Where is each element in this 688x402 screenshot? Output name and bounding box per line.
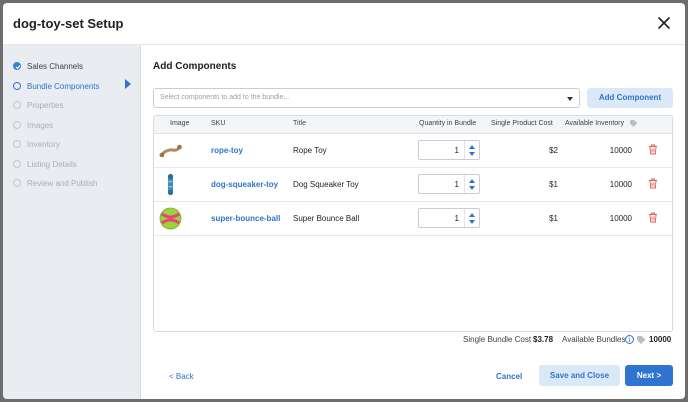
sku-link[interactable]: rope-toy [211,146,243,155]
col-sku: SKU [211,120,226,127]
step-images[interactable]: Images [13,118,53,132]
quantity-stepper[interactable]: 1 [418,208,480,228]
step-label: Inventory [27,139,60,149]
decrement-icon[interactable] [468,185,477,193]
step-listing-details[interactable]: Listing Details [13,157,77,171]
components-table: Image SKU Title Quantity in Bundle Singl… [153,115,673,332]
trash-icon[interactable] [648,144,658,155]
step-dot-icon [13,82,21,90]
product-inventory: 10000 [609,146,632,155]
save-and-close-button[interactable]: Save and Close [539,365,620,386]
steps-sidebar: Sales Channels Bundle Components Propert… [3,45,141,399]
tag-icon [637,336,646,344]
available-bundles-value: 10000 [649,335,672,344]
modal-title: dog-toy-set Setup [13,16,124,31]
stepper-divider [464,175,465,193]
quantity-stepper[interactable]: 1 [418,174,480,194]
table-row: rope-toy Rope Toy 1 $2 10000 [154,134,672,168]
section-title: Add Components [153,61,237,72]
sku-link[interactable]: super-bounce-ball [211,214,280,223]
bounce-ball-image [159,207,182,230]
increment-icon[interactable] [468,177,477,185]
step-label: Review and Publish [27,178,98,188]
step-label: Properties [27,100,64,110]
available-bundles-label: Available Bundles [562,335,626,344]
product-inventory: 10000 [609,214,632,223]
back-button[interactable]: < Back [169,372,194,381]
step-label: Sales Channels [27,61,84,71]
step-label: Images [27,120,54,130]
bundle-cost-label: Single Bundle Cost [463,335,532,344]
setup-modal: dog-toy-set Setup Sales Channels Bundle … [3,3,685,399]
quantity-stepper[interactable]: 1 [418,140,480,160]
active-step-arrow-icon [125,79,131,89]
decrement-icon[interactable] [468,219,477,227]
main-panel: Add Components Select components to add … [141,45,685,399]
col-inventory: Available Inventory [565,120,625,127]
product-title: Dog Squeaker Toy [293,180,359,189]
sku-link[interactable]: dog-squeaker-toy [211,180,278,189]
col-quantity: Quantity in Bundle [419,120,477,127]
select-placeholder: Select components to add to the bundle..… [160,94,290,101]
increment-icon[interactable] [468,143,477,151]
product-inventory: 10000 [609,180,632,189]
product-cost: $1 [549,180,558,189]
product-title: Super Bounce Ball [293,214,360,223]
step-dot-icon [13,121,21,129]
step-bundle-components[interactable]: Bundle Components [13,79,100,93]
cancel-button[interactable]: Cancel [496,372,522,381]
chevron-down-icon [567,97,573,101]
step-dot-icon [13,101,21,109]
product-cost: $2 [549,146,558,155]
table-row: dog-squeaker-toy Dog Squeaker Toy 1 $1 1… [154,168,672,202]
step-label: Bundle Components [27,81,100,91]
col-image: Image [170,120,190,127]
quantity-value: 1 [454,146,459,155]
check-icon [13,62,21,70]
trash-icon[interactable] [648,212,658,223]
step-properties[interactable]: Properties [13,98,63,112]
quantity-value: 1 [454,180,459,189]
next-button[interactable]: Next > [625,365,673,386]
table-header: Image SKU Title Quantity in Bundle Singl… [154,116,672,134]
trash-icon[interactable] [648,178,658,189]
component-select[interactable]: Select components to add to the bundle..… [153,88,580,108]
step-sales-channels[interactable]: Sales Channels [13,59,83,73]
step-dot-icon [13,140,21,148]
stepper-divider [464,141,465,159]
step-label: Listing Details [27,159,77,169]
product-cost: $1 [549,214,558,223]
rope-toy-image [159,139,182,162]
modal-header: dog-toy-set Setup [3,3,685,45]
info-icon[interactable]: i [625,335,634,344]
col-cost: Single Product Cost [491,120,553,127]
step-review-publish[interactable]: Review and Publish [13,176,97,190]
close-icon[interactable] [655,14,673,32]
increment-icon[interactable] [468,211,477,219]
quantity-value: 1 [454,214,459,223]
bundle-cost-value: $3.78 [533,335,554,344]
col-title: Title [293,120,306,127]
product-title: Rope Toy [293,146,327,155]
step-inventory[interactable]: Inventory [13,137,60,151]
squeaker-toy-image [159,173,182,196]
add-component-button[interactable]: Add Component [587,88,673,108]
stepper-divider [464,209,465,227]
table-row: super-bounce-ball Super Bounce Ball 1 $1… [154,202,672,236]
step-dot-icon [13,160,21,168]
decrement-icon[interactable] [468,151,477,159]
tag-icon [630,120,638,127]
step-dot-icon [13,179,21,187]
